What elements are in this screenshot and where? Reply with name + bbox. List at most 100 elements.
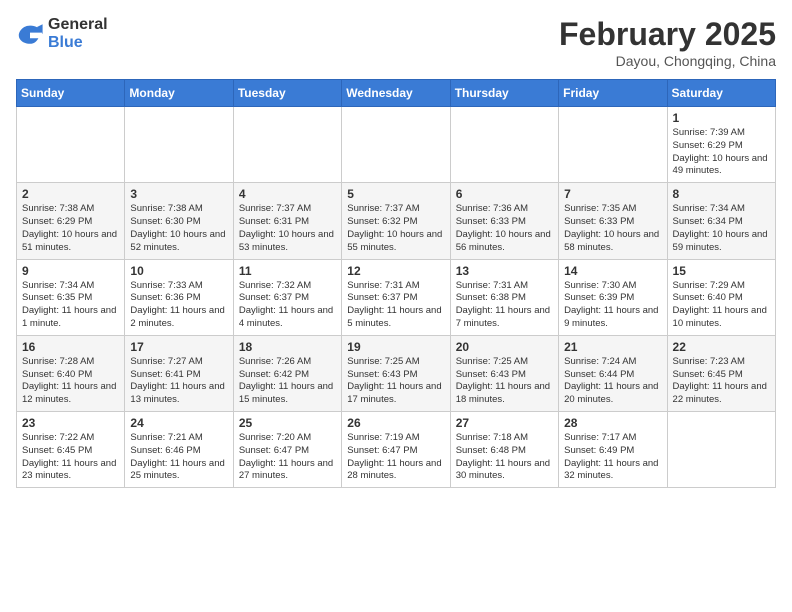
calendar-cell: 14 Sunrise: 7:30 AM Sunset: 6:39 PM Dayli… [559, 259, 667, 335]
day-number: 26 [347, 416, 444, 430]
day-info: Sunrise: 7:33 AM Sunset: 6:36 PM Dayligh… [130, 280, 227, 331]
day-info: Sunrise: 7:30 AM Sunset: 6:39 PM Dayligh… [564, 280, 661, 331]
logo: General Blue [16, 16, 108, 51]
calendar-cell: 6 Sunrise: 7:36 AM Sunset: 6:33 PM Daylig… [450, 183, 558, 259]
calendar-cell [233, 107, 341, 183]
day-info: Sunrise: 7:23 AM Sunset: 6:45 PM Dayligh… [673, 356, 770, 407]
title-block: February 2025 Dayou, Chongqing, China [559, 16, 776, 69]
day-info: Sunrise: 7:24 AM Sunset: 6:44 PM Dayligh… [564, 356, 661, 407]
calendar-cell: 15 Sunrise: 7:29 AM Sunset: 6:40 PM Dayli… [667, 259, 775, 335]
day-number: 20 [456, 340, 553, 354]
day-info: Sunrise: 7:19 AM Sunset: 6:47 PM Dayligh… [347, 432, 444, 483]
calendar-week-row: 2 Sunrise: 7:38 AM Sunset: 6:29 PM Daylig… [17, 183, 776, 259]
calendar-cell [559, 107, 667, 183]
weekday-header: Monday [125, 80, 233, 107]
day-number: 17 [130, 340, 227, 354]
day-info: Sunrise: 7:32 AM Sunset: 6:37 PM Dayligh… [239, 280, 336, 331]
day-number: 14 [564, 264, 661, 278]
day-number: 27 [456, 416, 553, 430]
calendar-cell: 26 Sunrise: 7:19 AM Sunset: 6:47 PM Dayli… [342, 412, 450, 488]
day-info: Sunrise: 7:18 AM Sunset: 6:48 PM Dayligh… [456, 432, 553, 483]
day-info: Sunrise: 7:37 AM Sunset: 6:31 PM Dayligh… [239, 203, 336, 254]
day-number: 8 [673, 187, 770, 201]
calendar-cell: 16 Sunrise: 7:28 AM Sunset: 6:40 PM Dayli… [17, 335, 125, 411]
day-number: 19 [347, 340, 444, 354]
calendar-cell: 3Sunrise: 7:38 AM Sunset: 6:30 PM Daylig… [125, 183, 233, 259]
day-info: Sunrise: 7:20 AM Sunset: 6:47 PM Dayligh… [239, 432, 336, 483]
calendar-cell: 22 Sunrise: 7:23 AM Sunset: 6:45 PM Dayli… [667, 335, 775, 411]
day-number: 12 [347, 264, 444, 278]
day-number: 15 [673, 264, 770, 278]
day-info: Sunrise: 7:29 AM Sunset: 6:40 PM Dayligh… [673, 280, 770, 331]
calendar-cell: 4 Sunrise: 7:37 AM Sunset: 6:31 PM Daylig… [233, 183, 341, 259]
day-info: Sunrise: 7:31 AM Sunset: 6:37 PM Dayligh… [347, 280, 444, 331]
day-number: 23 [22, 416, 119, 430]
day-info: Sunrise: 7:34 AM Sunset: 6:34 PM Dayligh… [673, 203, 770, 254]
day-info: Sunrise: 7:25 AM Sunset: 6:43 PM Dayligh… [456, 356, 553, 407]
day-number: 24 [130, 416, 227, 430]
calendar-header-row: SundayMondayTuesdayWednesdayThursdayFrid… [17, 80, 776, 107]
day-info: Sunrise: 7:17 AM Sunset: 6:49 PM Dayligh… [564, 432, 661, 483]
calendar-cell: 27 Sunrise: 7:18 AM Sunset: 6:48 PM Dayli… [450, 412, 558, 488]
day-number: 4 [239, 187, 336, 201]
day-number: 13 [456, 264, 553, 278]
page-header: General Blue February 2025 Dayou, Chongq… [16, 16, 776, 69]
calendar-cell: 7Sunrise: 7:35 AM Sunset: 6:33 PM Daylig… [559, 183, 667, 259]
day-info: Sunrise: 7:34 AM Sunset: 6:35 PM Dayligh… [22, 280, 119, 331]
day-info: Sunrise: 7:36 AM Sunset: 6:33 PM Dayligh… [456, 203, 553, 254]
logo-text: General Blue [48, 16, 108, 51]
day-info: Sunrise: 7:22 AM Sunset: 6:45 PM Dayligh… [22, 432, 119, 483]
day-info: Sunrise: 7:38 AM Sunset: 6:30 PM Dayligh… [130, 203, 227, 254]
weekday-header: Tuesday [233, 80, 341, 107]
day-number: 18 [239, 340, 336, 354]
day-info: Sunrise: 7:38 AM Sunset: 6:29 PM Dayligh… [22, 203, 119, 254]
calendar-cell: 17 Sunrise: 7:27 AM Sunset: 6:41 PM Dayli… [125, 335, 233, 411]
calendar-table: SundayMondayTuesdayWednesdayThursdayFrid… [16, 79, 776, 488]
calendar-week-row: 1Sunrise: 7:39 AM Sunset: 6:29 PM Daylig… [17, 107, 776, 183]
day-number: 11 [239, 264, 336, 278]
day-info: Sunrise: 7:37 AM Sunset: 6:32 PM Dayligh… [347, 203, 444, 254]
day-number: 2 [22, 187, 119, 201]
day-number: 21 [564, 340, 661, 354]
calendar-week-row: 16 Sunrise: 7:28 AM Sunset: 6:40 PM Dayli… [17, 335, 776, 411]
calendar-cell [125, 107, 233, 183]
calendar-cell: 28 Sunrise: 7:17 AM Sunset: 6:49 PM Dayli… [559, 412, 667, 488]
day-number: 16 [22, 340, 119, 354]
calendar-cell: 23 Sunrise: 7:22 AM Sunset: 6:45 PM Dayli… [17, 412, 125, 488]
calendar-week-row: 9 Sunrise: 7:34 AM Sunset: 6:35 PM Daylig… [17, 259, 776, 335]
day-number: 5 [347, 187, 444, 201]
calendar-cell: 2 Sunrise: 7:38 AM Sunset: 6:29 PM Daylig… [17, 183, 125, 259]
calendar-cell: 19 Sunrise: 7:25 AM Sunset: 6:43 PM Dayli… [342, 335, 450, 411]
calendar-cell: 18 Sunrise: 7:26 AM Sunset: 6:42 PM Dayli… [233, 335, 341, 411]
day-info: Sunrise: 7:39 AM Sunset: 6:29 PM Dayligh… [673, 127, 770, 178]
calendar-cell [342, 107, 450, 183]
day-number: 10 [130, 264, 227, 278]
day-info: Sunrise: 7:31 AM Sunset: 6:38 PM Dayligh… [456, 280, 553, 331]
day-number: 9 [22, 264, 119, 278]
weekday-header: Wednesday [342, 80, 450, 107]
day-number: 28 [564, 416, 661, 430]
day-info: Sunrise: 7:28 AM Sunset: 6:40 PM Dayligh… [22, 356, 119, 407]
location-subtitle: Dayou, Chongqing, China [559, 53, 776, 69]
calendar-cell [667, 412, 775, 488]
weekday-header: Saturday [667, 80, 775, 107]
month-title: February 2025 [559, 16, 776, 53]
day-number: 6 [456, 187, 553, 201]
calendar-cell [450, 107, 558, 183]
calendar-cell: 20 Sunrise: 7:25 AM Sunset: 6:43 PM Dayli… [450, 335, 558, 411]
calendar-cell: 10 Sunrise: 7:33 AM Sunset: 6:36 PM Dayli… [125, 259, 233, 335]
day-info: Sunrise: 7:26 AM Sunset: 6:42 PM Dayligh… [239, 356, 336, 407]
calendar-cell: 8 Sunrise: 7:34 AM Sunset: 6:34 PM Daylig… [667, 183, 775, 259]
day-number: 7 [564, 187, 661, 201]
calendar-week-row: 23 Sunrise: 7:22 AM Sunset: 6:45 PM Dayli… [17, 412, 776, 488]
day-info: Sunrise: 7:21 AM Sunset: 6:46 PM Dayligh… [130, 432, 227, 483]
calendar-cell: 5 Sunrise: 7:37 AM Sunset: 6:32 PM Daylig… [342, 183, 450, 259]
day-info: Sunrise: 7:25 AM Sunset: 6:43 PM Dayligh… [347, 356, 444, 407]
calendar-cell: 9 Sunrise: 7:34 AM Sunset: 6:35 PM Daylig… [17, 259, 125, 335]
calendar-cell: 21 Sunrise: 7:24 AM Sunset: 6:44 PM Dayli… [559, 335, 667, 411]
calendar-cell: 12 Sunrise: 7:31 AM Sunset: 6:37 PM Dayli… [342, 259, 450, 335]
calendar-cell: 24 Sunrise: 7:21 AM Sunset: 6:46 PM Dayli… [125, 412, 233, 488]
calendar-cell [17, 107, 125, 183]
day-number: 22 [673, 340, 770, 354]
day-info: Sunrise: 7:27 AM Sunset: 6:41 PM Dayligh… [130, 356, 227, 407]
